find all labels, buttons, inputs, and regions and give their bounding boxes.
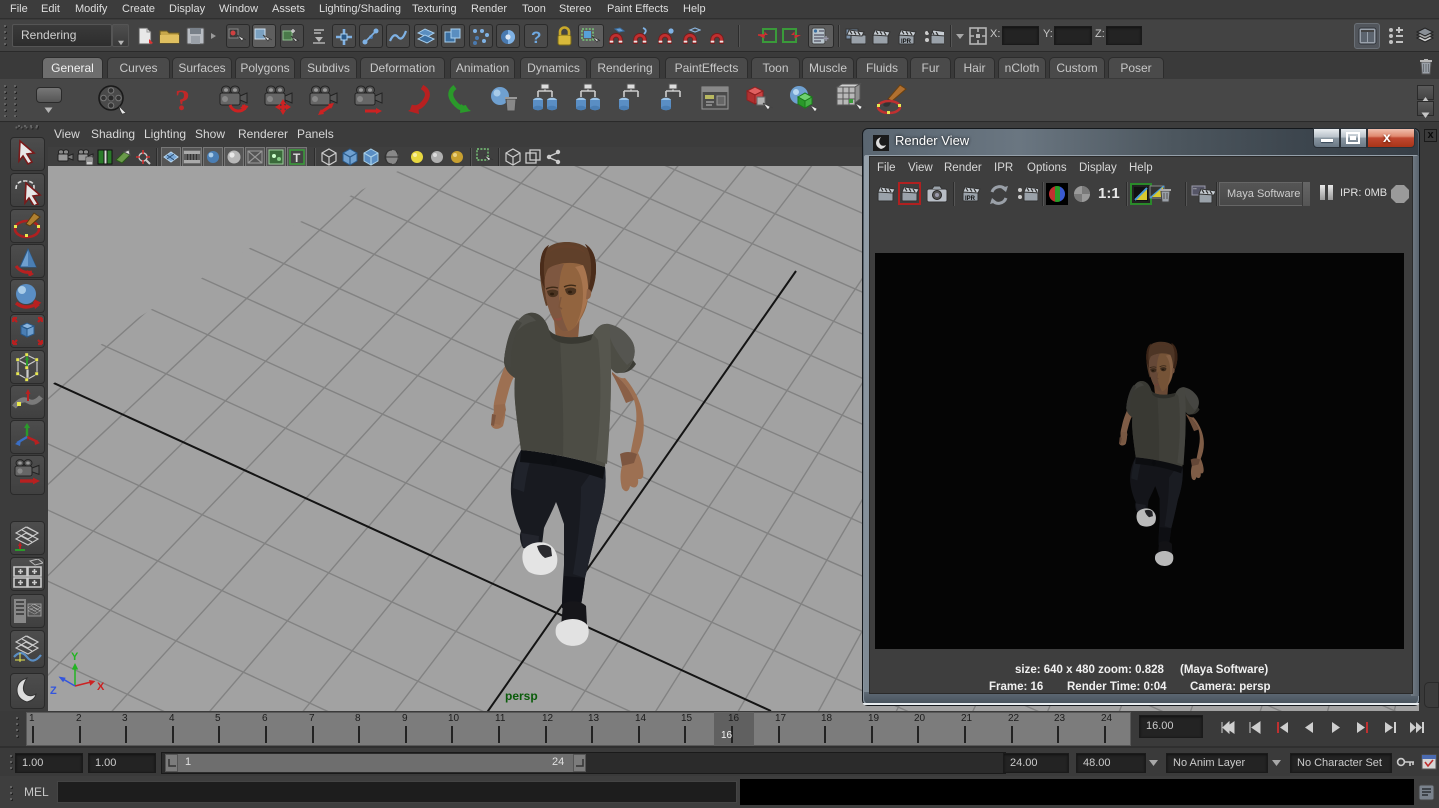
svg-text:IPR: IPR: [901, 39, 912, 45]
svg-text:Y: Y: [71, 651, 79, 663]
svg-text:X: X: [97, 681, 105, 693]
svg-text:Z: Z: [50, 685, 57, 697]
svg-text:?: ?: [531, 28, 541, 47]
svg-text:persp: persp: [505, 689, 538, 703]
svg-text:?: ?: [175, 84, 190, 117]
svg-text:"": "": [1193, 188, 1197, 194]
svg-text:T: T: [293, 151, 301, 165]
svg-text:IPR: IPR: [965, 196, 976, 202]
